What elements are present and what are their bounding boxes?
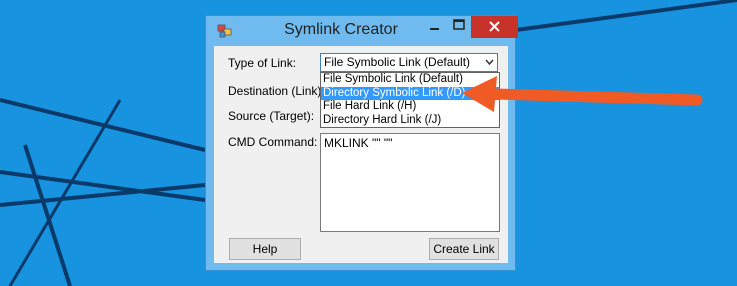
annotation-arrow <box>462 76 703 112</box>
